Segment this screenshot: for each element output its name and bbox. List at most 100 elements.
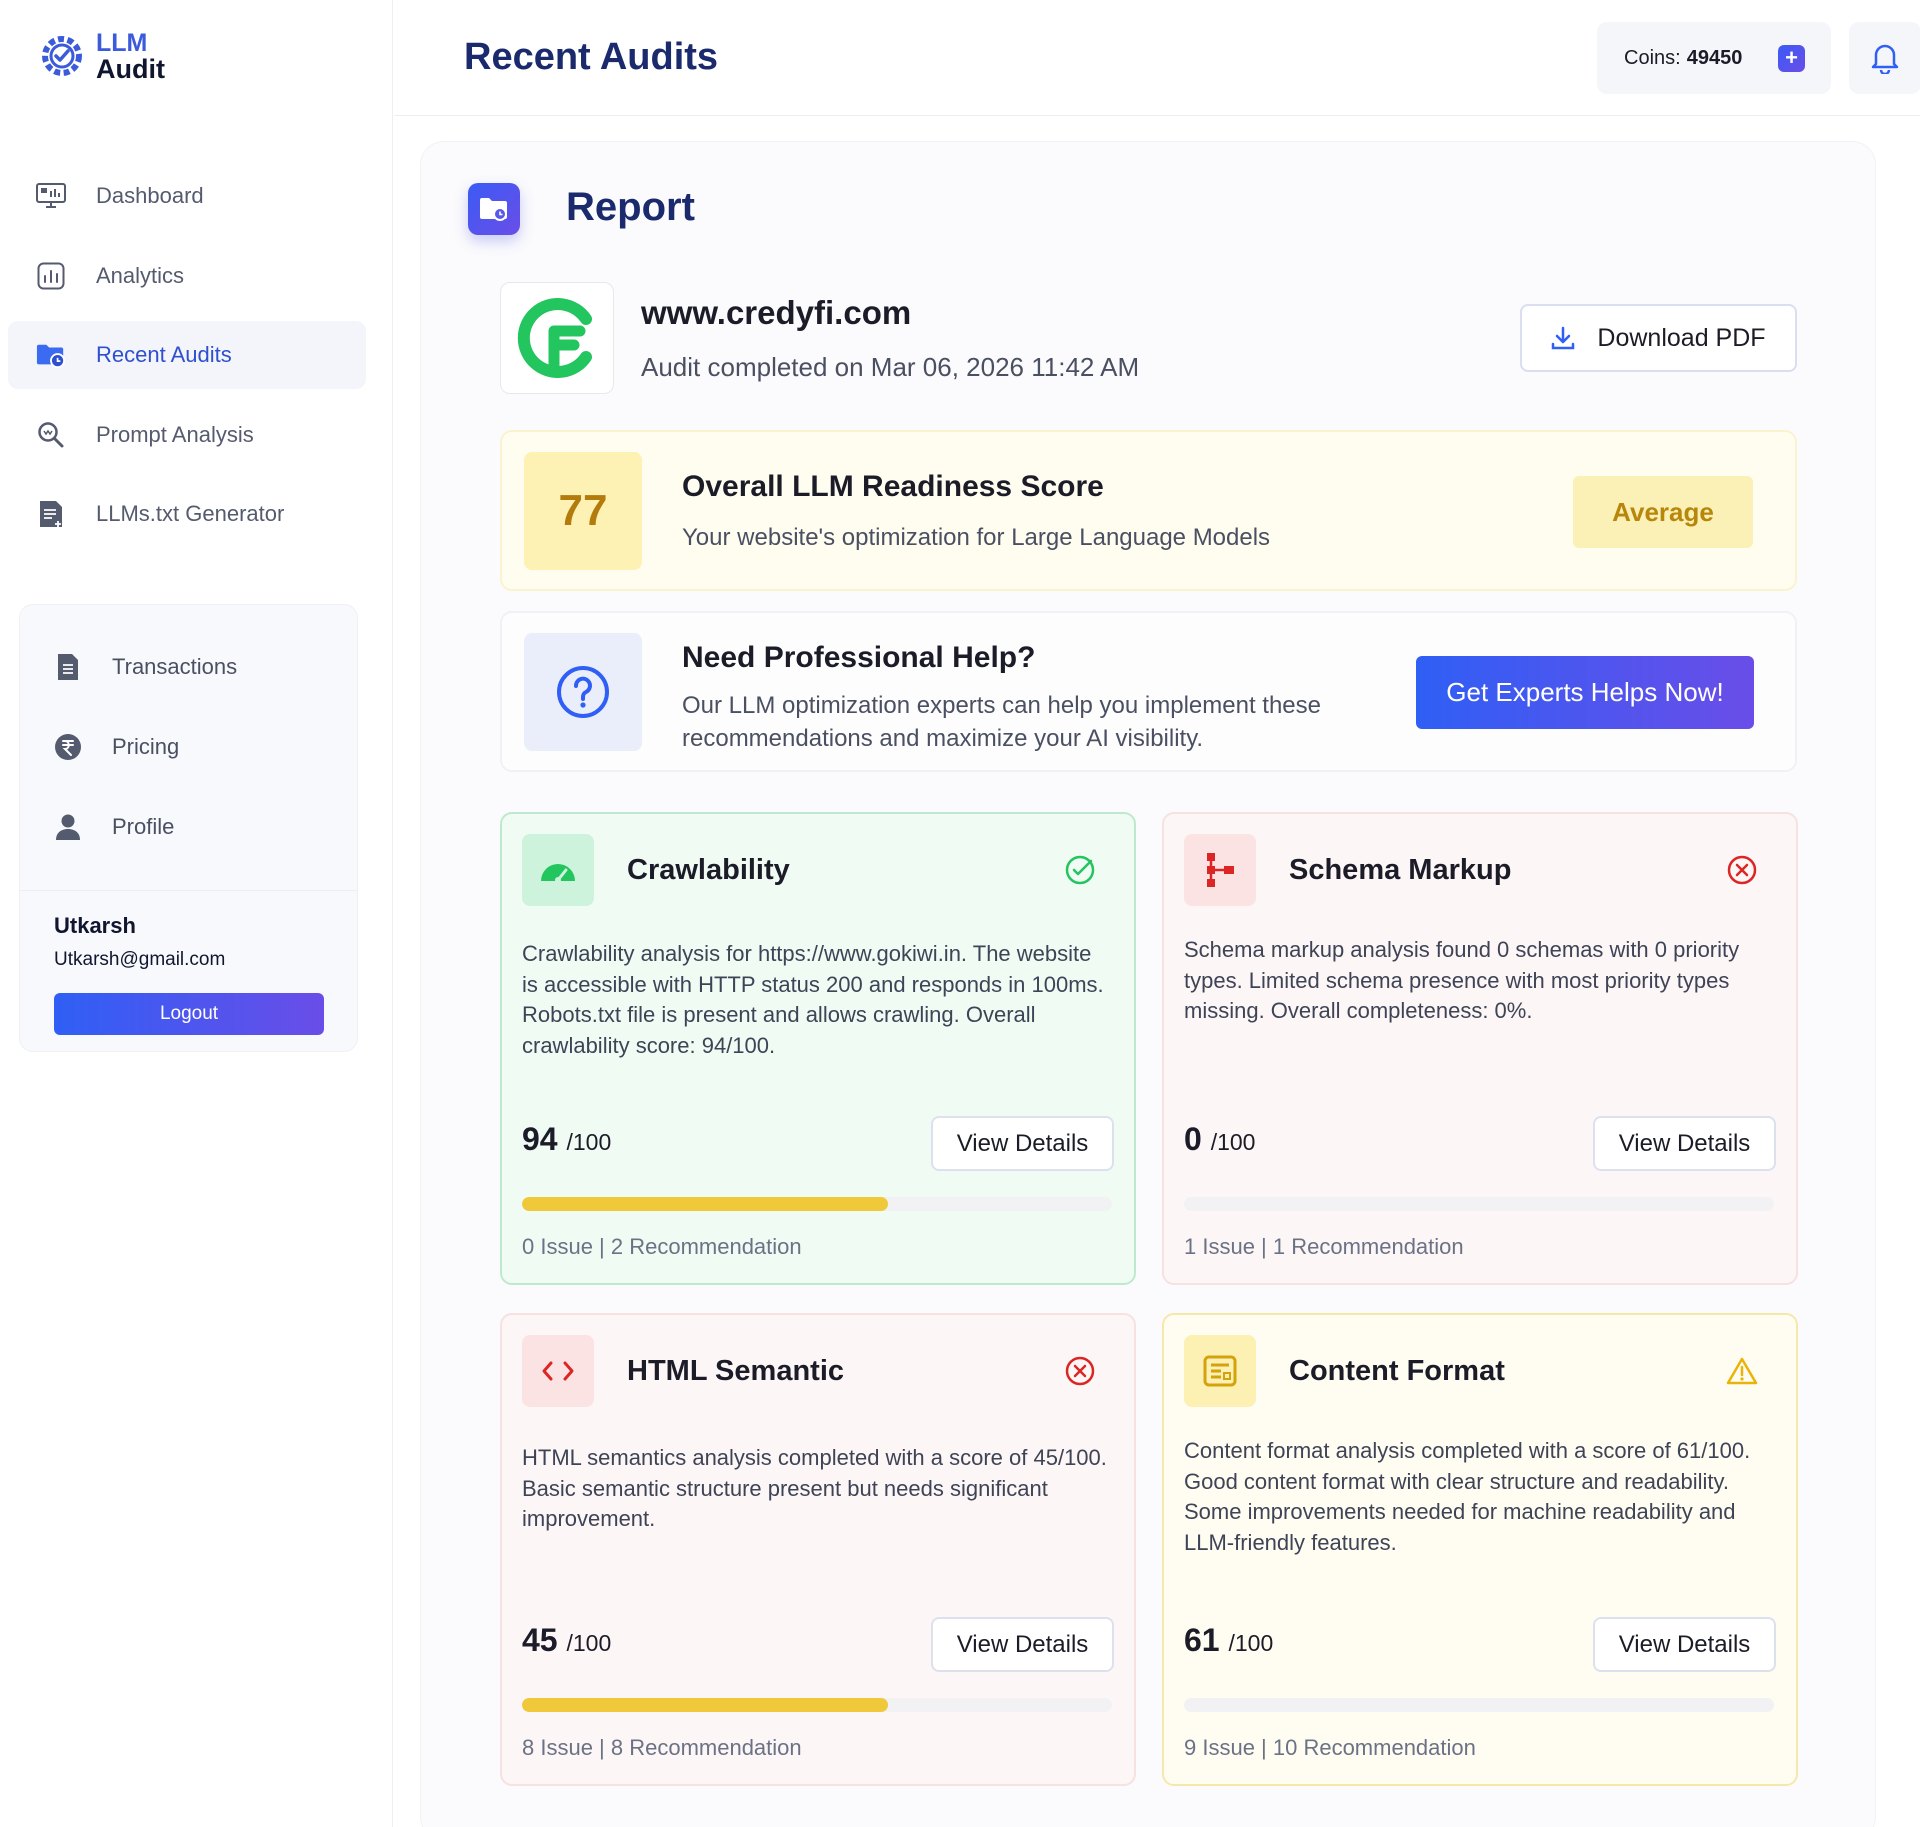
site-favicon <box>500 282 614 394</box>
speedometer-icon <box>541 864 575 883</box>
metric-score: 94 /100 <box>522 1121 611 1158</box>
metric-score: 61 /100 <box>1184 1622 1273 1659</box>
metric-score-max: /100 <box>1210 1129 1256 1155</box>
content-icon-box <box>1184 1335 1256 1407</box>
metric-title: Schema Markup <box>1289 854 1512 886</box>
sidebar-item-profile[interactable]: Profile <box>54 813 174 841</box>
logo-text-audit: Audit <box>96 54 165 84</box>
folder-clock-icon <box>36 340 66 370</box>
analytics-icon <box>36 261 66 291</box>
download-icon <box>1552 326 1575 350</box>
view-details-button[interactable]: View Details <box>1593 1116 1776 1171</box>
metric-progress-bar <box>1184 1698 1774 1712</box>
metric-issues-summary: 0 Issue | 2 Recommendation <box>522 1234 802 1259</box>
metric-score-value: 0 <box>1184 1121 1202 1157</box>
metric-score-value: 45 <box>522 1622 558 1658</box>
sidebar-item-label: Transactions <box>112 654 238 679</box>
view-details-button[interactable]: View Details <box>1593 1617 1776 1672</box>
search-icon <box>36 420 66 450</box>
metric-issues-summary: 9 Issue | 10 Recommendation <box>1184 1735 1476 1760</box>
overall-score-value: 77 <box>524 452 642 570</box>
sidebar-item-label: Dashboard <box>96 183 204 208</box>
metric-description: Content format analysis completed with a… <box>1184 1438 1751 1555</box>
overall-score-subtitle: Your website's optimization for Large La… <box>682 524 1271 551</box>
add-coins-button[interactable]: + <box>1778 45 1805 72</box>
metric-description: Crawlability analysis for https://www.go… <box>522 941 1104 1058</box>
metric-score-max: /100 <box>566 1129 612 1155</box>
sidebar-item-dashboard[interactable]: Dashboard <box>8 162 366 230</box>
view-details-button[interactable]: View Details <box>931 1116 1114 1171</box>
report-title: Report <box>566 185 695 229</box>
credyfi-logo-icon <box>517 298 592 378</box>
sidebar-item-label: Pricing <box>112 734 180 759</box>
help-title: Need Professional Help? <box>682 641 1036 674</box>
content-format-icon <box>1203 1355 1237 1387</box>
view-details-button[interactable]: View Details <box>931 1617 1114 1672</box>
sidebar-item-transactions[interactable]: Transactions <box>54 653 237 681</box>
sidebar-item-llms-generator[interactable]: LLMs.txt Generator <box>8 480 366 548</box>
user-icon <box>54 813 82 841</box>
x-circle-icon <box>1726 854 1758 886</box>
download-pdf-button[interactable]: Download PDF <box>1520 304 1797 372</box>
warning-icon <box>1726 1355 1758 1387</box>
metric-card-schema-markup: Schema Markup Schema markup analysis fou… <box>1162 812 1798 1285</box>
notifications-button[interactable] <box>1849 22 1920 94</box>
logo-gear-icon <box>42 36 82 76</box>
get-experts-help-button[interactable]: Get Experts Helps Now! <box>1416 656 1754 729</box>
logo-text-llm: LLM <box>96 29 148 57</box>
metric-score-max: /100 <box>1228 1630 1274 1656</box>
sidebar-item-prompt-analysis[interactable]: Prompt Analysis <box>8 401 366 469</box>
sidebar: LLM Audit Dashboard Analytics Recent Aud… <box>0 0 393 1827</box>
account-panel: Transactions Pricing Profile Utkarsh Utk… <box>19 604 358 1052</box>
html-icon-box <box>522 1335 594 1407</box>
app-logo[interactable]: LLM Audit <box>38 29 165 84</box>
x-circle-icon <box>1064 1355 1096 1387</box>
check-circle-icon <box>1064 854 1096 886</box>
code-icon <box>542 1361 574 1381</box>
overall-score-title: Overall LLM Readiness Score <box>682 470 1104 503</box>
crawlability-icon-box <box>522 834 594 906</box>
metric-card-crawlability: Crawlability Crawlability analysis for h… <box>500 812 1136 1285</box>
divider <box>20 890 357 891</box>
help-icon-box <box>524 633 642 751</box>
audited-site-name: www.credyfi.com <box>641 294 912 331</box>
metric-title: HTML Semantic <box>627 1355 845 1387</box>
top-header: Recent Audits Coins: 49450 + <box>394 0 1920 116</box>
professional-help-card: Need Professional Help? Our LLM optimiza… <box>500 611 1797 772</box>
coins-value: 49450 <box>1686 46 1743 69</box>
coins-widget: Coins: 49450 + <box>1597 22 1831 94</box>
audit-date: Audit completed on Mar 06, 2026 11:42 AM <box>641 352 1140 382</box>
page-title: Recent Audits <box>464 36 719 78</box>
schema-icon-box <box>1184 834 1256 906</box>
document-icon <box>36 499 66 529</box>
sidebar-item-label: Prompt Analysis <box>96 422 254 447</box>
download-pdf-label: Download PDF <box>1597 323 1766 352</box>
help-subtitle: Our LLM optimization experts can help yo… <box>682 692 1321 752</box>
metric-progress-bar <box>522 1698 1112 1712</box>
score-rating-badge: Average <box>1573 476 1753 548</box>
user-name: Utkarsh <box>54 913 136 938</box>
sidebar-item-label: Recent Audits <box>96 342 232 367</box>
logout-button[interactable]: Logout <box>54 993 324 1035</box>
metric-progress-bar <box>1184 1197 1774 1211</box>
metric-description: Schema markup analysis found 0 schemas w… <box>1184 937 1740 1023</box>
report-folder-icon <box>468 183 520 235</box>
metric-progress-bar <box>522 1197 1112 1211</box>
metric-progress-fill <box>522 1698 888 1712</box>
metric-score-value: 94 <box>522 1121 558 1157</box>
metric-description: HTML semantics analysis completed with a… <box>522 1445 1107 1531</box>
receipt-icon <box>54 653 82 681</box>
metric-card-content-format: Content Format Content format analysis c… <box>1162 1313 1798 1786</box>
sidebar-item-label: LLMs.txt Generator <box>96 501 285 526</box>
dashboard-icon <box>36 181 66 211</box>
question-icon <box>557 666 609 718</box>
rupee-icon <box>54 733 82 761</box>
sitemap-icon <box>1207 853 1234 887</box>
sidebar-item-label: Analytics <box>96 263 185 288</box>
coins-label: Coins: <box>1624 46 1681 69</box>
metric-issues-summary: 8 Issue | 8 Recommendation <box>522 1735 802 1760</box>
metric-progress-fill <box>522 1197 888 1211</box>
sidebar-item-recent-audits[interactable]: Recent Audits <box>8 321 366 389</box>
sidebar-item-pricing[interactable]: Pricing <box>54 733 179 761</box>
sidebar-item-analytics[interactable]: Analytics <box>8 242 366 310</box>
